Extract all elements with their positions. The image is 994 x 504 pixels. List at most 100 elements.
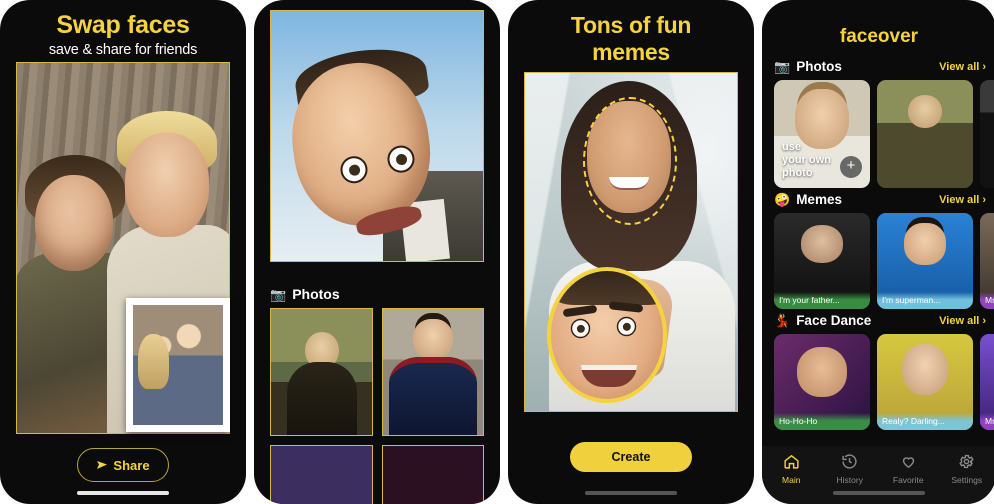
view-all-label: View all xyxy=(939,60,980,73)
section-header-face-dance: 💃 Face Dance View all › xyxy=(762,313,994,328)
card-image xyxy=(877,80,973,188)
create-button[interactable]: Create xyxy=(570,442,692,472)
share-button-label: Share xyxy=(113,457,150,473)
grid-item-mona-lisa[interactable] xyxy=(270,308,373,436)
view-all-label: View all xyxy=(939,193,980,206)
meme-preview-photo[interactable] xyxy=(270,10,484,262)
person-left-face xyxy=(35,175,113,271)
use-own-photo-card[interactable]: use your own photo + xyxy=(774,80,870,188)
section-left-face-dance: 💃 Face Dance xyxy=(774,313,871,328)
face-dance-card-row[interactable]: Ho-Ho-Ho Realy? Darling... Mmmm.. xyxy=(762,334,994,430)
panel3-headline-line2: memes xyxy=(592,39,670,65)
section-header-photos: 📷 Photos View all › xyxy=(762,59,994,74)
app-screenshot-panel-1: Swap faces save & share for friends Shar… xyxy=(0,0,246,504)
view-all-label: View all xyxy=(939,314,980,327)
tab-main-label: Main xyxy=(782,475,801,485)
view-all-photos-button[interactable]: View all › xyxy=(939,61,986,73)
home-indicator xyxy=(585,491,677,495)
grid-item-hero[interactable] xyxy=(381,445,484,504)
grid-item-portrait[interactable] xyxy=(270,445,373,504)
thumb-left-brow xyxy=(562,304,598,318)
grid-thumb-image xyxy=(271,446,372,504)
card-caption: Ho-Ho-Ho xyxy=(774,413,870,430)
original-photo-inset[interactable] xyxy=(126,298,230,432)
tab-favorite-label: Favorite xyxy=(892,475,924,485)
face-detection-oval[interactable] xyxy=(583,97,677,225)
card-caption: I'm superman... xyxy=(877,292,973,309)
home-icon xyxy=(762,453,821,473)
photos-card-row[interactable]: use your own photo + xyxy=(762,80,994,188)
card-caption: Mmmm.. xyxy=(980,413,994,430)
darling-card[interactable]: Realy? Darling... xyxy=(877,334,973,430)
selected-face-thumbnail[interactable] xyxy=(547,267,667,403)
card-caption: Realy? Darling... xyxy=(877,413,973,430)
section-title-photos: Photos xyxy=(796,59,842,74)
add-photo-button[interactable]: + xyxy=(840,156,862,178)
tab-favorite[interactable]: Favorite xyxy=(879,453,938,485)
mmmm-card[interactable]: Mmmm.. xyxy=(980,213,994,309)
mona-lisa-card[interactable] xyxy=(877,80,973,188)
section-title-face-dance: Face Dance xyxy=(796,313,872,328)
paper-plane-icon xyxy=(97,461,108,469)
chevron-right-icon: › xyxy=(982,193,986,206)
gear-icon xyxy=(938,453,994,473)
section-title-memes: Memes xyxy=(796,192,842,207)
app-screenshot-panel-3: Tons of fun memes Create xyxy=(508,0,754,504)
section-left-memes: 🤪 Memes xyxy=(774,192,842,207)
tab-history-label: History xyxy=(836,475,863,485)
history-clock-icon xyxy=(821,453,880,473)
left-eye xyxy=(338,154,370,185)
tab-history[interactable]: History xyxy=(821,453,880,485)
grid-thumb-image xyxy=(271,309,372,435)
thumb-mouth xyxy=(581,365,637,387)
superman-card[interactable]: I'm superman... xyxy=(877,213,973,309)
grid-item-superman[interactable] xyxy=(381,308,484,436)
chevron-right-icon: › xyxy=(982,314,986,327)
right-eye xyxy=(385,143,417,175)
godfather-card[interactable]: I'm your father... xyxy=(774,213,870,309)
view-all-memes-button[interactable]: View all › xyxy=(939,194,986,206)
card-caption: I'm your father... xyxy=(774,292,870,309)
view-all-face-dance-button[interactable]: View all › xyxy=(939,315,986,327)
tab-settings-label: Settings xyxy=(951,475,983,485)
home-indicator xyxy=(833,491,925,495)
use-own-photo-label: use your own photo xyxy=(782,141,831,179)
person-right-face xyxy=(125,133,209,237)
chevron-right-icon: › xyxy=(982,60,986,73)
grid-thumb-image xyxy=(382,309,483,435)
bottom-tab-bar: Main History Favorite Settings xyxy=(762,446,994,504)
heart-icon xyxy=(879,453,938,473)
camera-icon: 📷 xyxy=(774,59,791,74)
home-indicator xyxy=(77,491,169,495)
tab-main[interactable]: Main xyxy=(762,453,821,485)
thumb-right-eye xyxy=(616,316,637,337)
thumb-left-eye xyxy=(570,318,591,339)
crazy-face-icon: 🤪 xyxy=(774,192,791,207)
photos-section-label: Photos xyxy=(292,286,340,302)
goth-portrait-card[interactable] xyxy=(980,80,994,188)
app-title: faceover xyxy=(839,26,919,47)
face-selection-photo[interactable] xyxy=(524,72,738,412)
panel1-headline: Swap faces xyxy=(56,11,190,39)
mmmm-dance-card[interactable]: Mmmm.. xyxy=(980,334,994,430)
home-feed: 📷 Photos View all › useyour ownphoto + xyxy=(762,55,994,430)
app-screenshot-panel-2: 📷 Photos xyxy=(254,0,500,504)
grid-thumb-image xyxy=(382,446,483,504)
thumb-hair xyxy=(555,271,663,305)
dancer-icon: 💃 xyxy=(774,313,791,328)
photos-section-header: 📷 Photos xyxy=(270,286,340,302)
share-button[interactable]: Share xyxy=(77,448,169,482)
app-screenshot-panel-4: faceover 📷 Photos View all › use your own… xyxy=(762,0,994,504)
panel1-title-block: Swap faces save & share for friends xyxy=(0,0,246,58)
hohoho-card[interactable]: Ho-Ho-Ho xyxy=(774,334,870,430)
photos-grid xyxy=(270,308,484,504)
section-header-memes: 🤪 Memes View all › xyxy=(762,192,994,207)
panel1-subheadline: save & share for friends xyxy=(48,42,198,58)
memes-card-row[interactable]: I'm your father... I'm superman... Mmmm.… xyxy=(762,213,994,309)
section-left-photos: 📷 Photos xyxy=(774,59,842,74)
card-caption: Mmmm.. xyxy=(980,292,994,309)
camera-icon: 📷 xyxy=(270,286,287,302)
card-image xyxy=(980,80,994,188)
panel3-headline-line1: Tons of fun xyxy=(570,12,692,38)
tab-settings[interactable]: Settings xyxy=(938,453,994,485)
